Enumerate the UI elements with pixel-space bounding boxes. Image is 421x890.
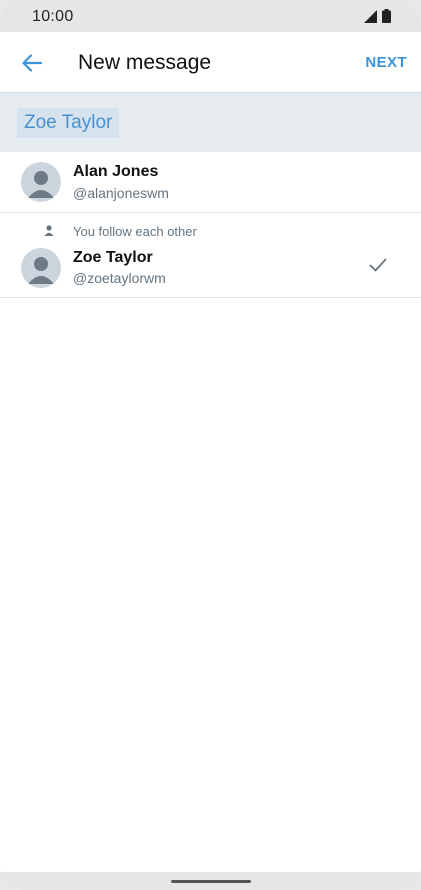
back-button[interactable] bbox=[18, 49, 46, 77]
person-icon bbox=[44, 225, 54, 236]
app-bar: New message NEXT bbox=[0, 32, 421, 92]
user-name: Zoe Taylor bbox=[73, 249, 153, 266]
checkmark-icon bbox=[369, 258, 387, 272]
status-bar: 10:00 bbox=[0, 0, 421, 32]
battery-icon bbox=[382, 9, 391, 23]
page-title: New message bbox=[78, 51, 212, 74]
user-handle: @alanjoneswm bbox=[73, 185, 169, 201]
follow-context: You follow each other bbox=[73, 224, 197, 239]
avatar bbox=[21, 162, 61, 202]
user-list-item[interactable]: Alan Jones @alanjoneswm bbox=[0, 152, 421, 213]
home-indicator[interactable] bbox=[171, 880, 251, 883]
default-avatar-icon bbox=[28, 171, 54, 198]
user-name: Alan Jones bbox=[73, 163, 159, 180]
status-icons bbox=[364, 9, 391, 23]
phone-screen: 10:00 New message NEXT Zoe Taylor Alan J… bbox=[0, 0, 421, 890]
recipient-chip[interactable]: Zoe Taylor bbox=[17, 108, 120, 138]
recipients-field[interactable]: Zoe Taylor bbox=[0, 92, 421, 152]
signal-icon bbox=[364, 9, 377, 23]
navigation-bar bbox=[0, 872, 421, 890]
avatar bbox=[21, 248, 61, 288]
arrow-left-icon bbox=[22, 54, 42, 72]
status-time: 10:00 bbox=[32, 8, 74, 25]
default-avatar-icon bbox=[28, 257, 54, 284]
next-button[interactable]: NEXT bbox=[365, 54, 407, 71]
user-list-item[interactable]: You follow each other Zoe Taylor @zoetay… bbox=[0, 213, 421, 298]
user-handle: @zoetaylorwm bbox=[73, 270, 166, 286]
